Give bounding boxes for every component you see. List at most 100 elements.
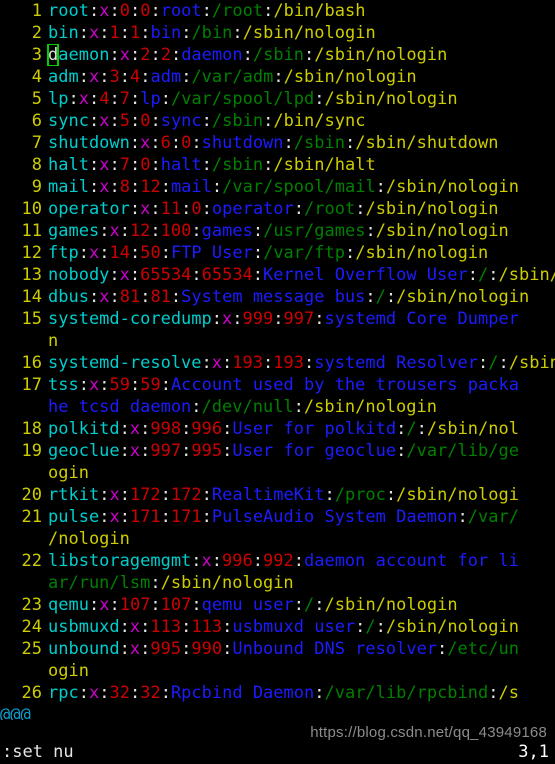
buffer-row[interactable]: 23 qemu:x:107:107:qemu user:/:/sbin/nolog…: [0, 594, 555, 616]
vim-command-line[interactable]: :set nu: [2, 740, 74, 764]
buffer-wrapped-row[interactable]: ogin: [0, 660, 555, 682]
field-cmt: halt: [160, 155, 202, 175]
field-shell: /s: [498, 683, 519, 703]
buffer-row[interactable]: 26 rpc:x:32:32:Rpcbind Daemon:/var/lib/rp…: [0, 682, 555, 704]
buffer-row[interactable]: 24 usbmuxd:x:113:113:usbmuxd user:/:/sbin…: [0, 616, 555, 638]
line-number: 19: [21, 441, 42, 461]
vim-text-buffer[interactable]: 1 root:x:0:0:root:/root:/bin/bash 2 bin:x:1…: [0, 0, 555, 720]
buffer-row[interactable]: 6 sync:x:5:0:sync:/sbin:/bin/sync: [0, 110, 555, 132]
field-cmt: systemd Core Dumper: [324, 309, 519, 329]
field-gid: 990: [191, 639, 223, 659]
buffer-wrapped-row[interactable]: /nologin: [0, 528, 555, 550]
buffer-row[interactable]: 14 dbus:x:81:81:System message bus:/:/sbi…: [0, 286, 555, 308]
field-pw: x: [88, 683, 100, 703]
buffer-row[interactable]: 16 systemd-resolve:x:193:193:systemd Reso…: [0, 352, 555, 374]
line-number: 22: [21, 551, 42, 571]
buffer-row[interactable]: 2 bin:x:1:1:bin:/bin:/sbin/nologin: [0, 22, 555, 44]
buffer-row[interactable]: 21 pulse:x:171:171:PulseAudio System Daem…: [0, 506, 555, 528]
buffer-row[interactable]: 11 games:x:12:100:games:/usr/games:/sbin/…: [0, 220, 555, 242]
field-sep: :: [385, 287, 397, 307]
buffer-row[interactable]: 13 nobody:x:65534:65534:Kernel Overflow U…: [0, 264, 555, 286]
passwd-entry: mail:x:8:12:mail:/var/spool/mail:/sbin/n…: [42, 176, 519, 198]
buffer-row[interactable]: 10 operator:x:11:0:operator:/root:/sbin/n…: [0, 198, 555, 220]
field-shell: /sbin/nologin: [303, 397, 437, 417]
passwd-entry: ftp:x:14:50:FTP User:/var/ftp:/sbin/nolo…: [42, 242, 488, 264]
field-gid: 50: [140, 243, 161, 263]
field-sep: :: [375, 617, 386, 637]
passwd-entry: /nologin: [42, 528, 130, 550]
field-cmt: operator: [211, 199, 294, 219]
field-user: nobody: [48, 265, 110, 285]
field-sep: :: [467, 265, 478, 285]
field-sep: :: [129, 111, 141, 131]
buffer-row[interactable]: 3 daemon:x:2:2:daemon:/sbin:/sbin/nologin: [0, 44, 555, 66]
field-sep: :: [119, 617, 130, 637]
field-shell: /sbin/nologin: [508, 353, 555, 373]
field-sep: :: [191, 133, 202, 153]
field-sep: :: [365, 221, 376, 241]
buffer-row[interactable]: 8 halt:x:7:0:halt:/sbin:/sbin/halt: [0, 154, 555, 176]
buffer-wrapped-row[interactable]: ar/run/lsm:/sbin/nologin: [0, 572, 555, 594]
field-home: /var/adm: [191, 67, 274, 87]
field-sep: :: [160, 683, 171, 703]
field-gid: 107: [160, 595, 192, 615]
field-cmt: qemu user: [201, 595, 294, 615]
field-user: aemon: [58, 45, 110, 65]
field-sep: :: [150, 155, 161, 175]
buffer-wrapped-row[interactable]: ogin: [0, 462, 555, 484]
buffer-row[interactable]: 12 ftp:x:14:50:FTP User:/var/ftp:/sbin/no…: [0, 242, 555, 264]
buffer-row[interactable]: 5 lp:x:4:7:lp:/var/spool/lpd:/sbin/nologi…: [0, 88, 555, 110]
field-sep: :: [252, 551, 264, 571]
field-sep: :: [416, 419, 427, 439]
field-gid: 996: [191, 419, 223, 439]
field-sep: :: [129, 243, 141, 263]
buffer-row[interactable]: 1 root:x:0:0:root:/root:/bin/bash: [0, 0, 555, 22]
field-sep: :: [160, 243, 171, 263]
field-shell: /sbin/halt: [273, 155, 376, 175]
field-sep: :: [129, 133, 141, 153]
buffer-row[interactable]: 4 adm:x:3:4:adm:/var/adm:/sbin/nologin: [0, 66, 555, 88]
line-number: 26: [21, 683, 42, 703]
field-sep: :: [119, 419, 130, 439]
field-cmt: daemon: [181, 45, 243, 65]
buffer-row[interactable]: 20 rtkit:x:172:172:RealtimeKit:/proc:/sbi…: [0, 484, 555, 506]
field-sep: :: [68, 89, 79, 109]
field-sep: :: [129, 177, 141, 197]
field-sep: :: [99, 67, 110, 87]
buffer-row[interactable]: 15 systemd-coredump:x:999:997:systemd Cor…: [0, 308, 555, 330]
buffer-row[interactable]: 25 unbound:x:995:990:Unbound DNS resolver…: [0, 638, 555, 660]
field-gid: 171: [170, 507, 202, 527]
line-number: 8: [31, 155, 42, 175]
passwd-entry: rpc:x:32:32:Rpcbind Daemon:/var/lib/rpcb…: [42, 682, 519, 704]
passwd-entry: libstoragemgmt:x:996:992:daemon account …: [42, 550, 519, 572]
passwd-entry: polkitd:x:998:996:User for polkitd:/:/sb…: [42, 418, 519, 440]
field-sep: :: [191, 595, 202, 615]
buffer-wrapped-row[interactable]: n: [0, 330, 555, 352]
field-gid: 1: [129, 23, 141, 43]
field-user: root: [48, 1, 89, 21]
field-sep: :: [232, 309, 243, 329]
buffer-row[interactable]: 18 polkitd:x:998:996:User for polkitd:/:/…: [0, 418, 555, 440]
field-sep: :: [140, 23, 151, 43]
buffer-row[interactable]: 17 tss:x:59:59:Account used by the trouse…: [0, 374, 555, 396]
buffer-row[interactable]: 22 libstoragemgmt:x:996:992:daemon accoun…: [0, 550, 555, 572]
buffer-row[interactable]: 19 geoclue:x:997:995:User for geoclue:/va…: [0, 440, 555, 462]
field-sep: :: [150, 1, 161, 21]
field-sep: :: [88, 595, 100, 615]
vim-terminal-window[interactable]: 1 root:x:0:0:root:/root:/bin/bash 2 bin:x:1…: [0, 0, 555, 764]
field-gid: 81: [150, 287, 171, 307]
field-shell: /sbin/nologin: [365, 199, 499, 219]
field-user: systemd-resolve: [48, 353, 202, 373]
buffer-wrapped-row[interactable]: he tcsd daemon:/dev/null:/sbin/nologin: [0, 396, 555, 418]
buffer-row[interactable]: 7 shutdown:x:6:0:shutdown:/sbin:/sbin/shu…: [0, 132, 555, 154]
field-shell: /sbin/nologin: [324, 89, 458, 109]
field-sep: :: [365, 287, 376, 307]
vim-cursor-position: 3,1: [518, 742, 549, 762]
field-sep: :: [201, 353, 212, 373]
buffer-row[interactable]: 9 mail:x:8:12:mail:/var/spool/mail:/sbin/…: [0, 176, 555, 198]
field-sep: :: [457, 507, 468, 527]
field-sep: :: [242, 45, 253, 65]
field-cmt: systemd Resolver: [314, 353, 478, 373]
field-sep: :: [99, 485, 110, 505]
field-user: polkitd: [48, 419, 120, 439]
